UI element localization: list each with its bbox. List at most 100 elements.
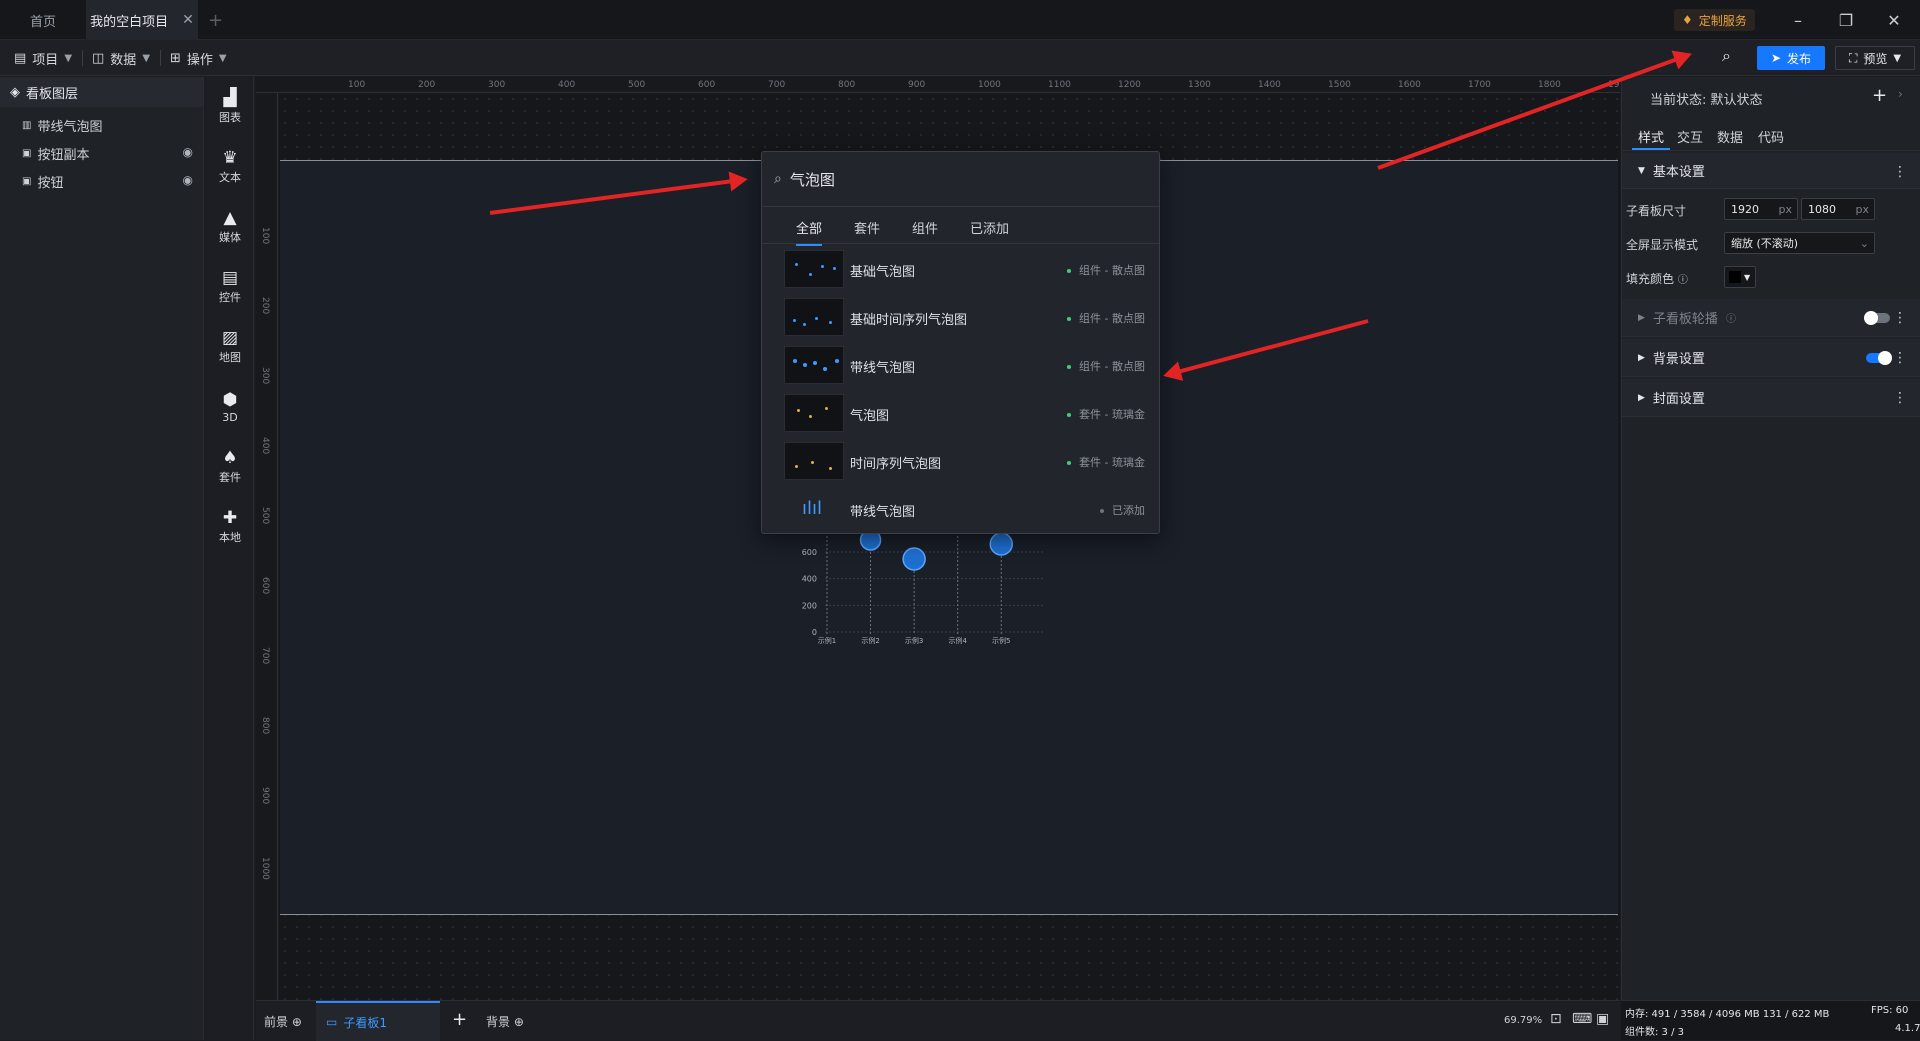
search-result-item[interactable]: 气泡图 套件 - 琉璃金: [762, 390, 1159, 438]
restore-icon[interactable]: ❐: [1822, 0, 1870, 40]
more-icon[interactable]: ⋮: [1893, 310, 1907, 326]
tab-component[interactable]: 组件: [912, 218, 938, 237]
status-dot: [1067, 365, 1072, 369]
section-cover[interactable]: ▶ 封面设置 ⋮: [1622, 379, 1920, 417]
tab-style[interactable]: 样式: [1638, 127, 1664, 146]
new-tab-icon[interactable]: +: [208, 10, 223, 31]
section-carousel[interactable]: ▶ 子看板轮播 ⓘ ⋮: [1622, 299, 1920, 337]
search-input[interactable]: 气泡图: [790, 169, 835, 190]
add-circle-icon[interactable]: ⊕: [514, 1015, 524, 1029]
custom-service-button[interactable]: ♦ 定制服务: [1674, 9, 1755, 31]
tab-interaction[interactable]: 交互: [1677, 127, 1703, 146]
caret-right-icon: ▶: [1638, 312, 1645, 323]
add-subboard-icon[interactable]: +: [452, 1009, 467, 1030]
layer-item[interactable]: ▣ 按钮 ◉: [0, 167, 203, 195]
y-tick-label: 0: [812, 628, 817, 637]
button-icon: ▣: [22, 175, 32, 187]
foreground-tab[interactable]: 前景 ⊕: [264, 1013, 302, 1030]
layer-item[interactable]: ▥ 带线气泡图: [0, 111, 203, 139]
bubble-chart-preview[interactable]: 600 400 200 0 示例1 示例2 示例3 示例4 示例5: [780, 520, 1100, 650]
tab-added[interactable]: 已添加: [970, 218, 1009, 237]
sidebar-item-label: 文本: [219, 171, 241, 184]
subboard-tab[interactable]: ▭ 子看板1: [316, 1001, 440, 1041]
eye-hidden-icon[interactable]: ◉: [183, 173, 193, 187]
menu-label: 数据: [110, 52, 137, 68]
fullscreen-icon: ⛶: [1848, 50, 1858, 65]
search-icon[interactable]: ⌕: [1722, 46, 1731, 66]
unit-label: px: [1778, 202, 1793, 216]
eye-hidden-icon[interactable]: ◉: [183, 145, 193, 159]
layer-label: 按钮: [37, 175, 64, 191]
caret-right-icon: ▶: [1638, 392, 1645, 403]
result-name: 基础时间序列气泡图: [850, 312, 968, 328]
sidebar-item-chart[interactable]: ▟ 图表: [206, 79, 254, 135]
tab-kit[interactable]: 套件: [854, 218, 880, 237]
preview-button[interactable]: ⛶ 预览 ▼: [1835, 46, 1915, 70]
layer-label: 按钮副本: [37, 147, 90, 163]
close-tab-icon[interactable]: ✕: [182, 12, 194, 28]
sidebar-item-text[interactable]: ♛ 文本: [206, 139, 254, 195]
section-background[interactable]: ▶ 背景设置 ⋮: [1622, 339, 1920, 377]
sidebar-item-3d[interactable]: ⬢ 3D: [206, 379, 254, 435]
zoom-level[interactable]: 69.79%: [1504, 1015, 1542, 1026]
menu-project[interactable]: ▤ 项目 ▼: [8, 46, 78, 70]
menu-data[interactable]: ◫ 数据 ▼: [86, 46, 156, 70]
sidebar-item-media[interactable]: ▲ 媒体: [206, 199, 254, 255]
sidebar-item-local[interactable]: ✚ 本地: [206, 499, 254, 555]
sidebar-item-control[interactable]: ▤ 控件: [206, 259, 254, 315]
search-bar[interactable]: ⌕ 气泡图: [762, 152, 1159, 207]
add-state-icon[interactable]: +: [1872, 85, 1887, 106]
tab-label: 首页: [29, 14, 56, 30]
fullscreen-select[interactable]: 缩放 (不滚动) ⌄: [1724, 232, 1875, 254]
minimize-icon[interactable]: –: [1774, 0, 1822, 40]
publish-button[interactable]: ➤ 发布: [1757, 46, 1825, 70]
background-toggle[interactable]: [1866, 351, 1892, 365]
terminal-icon[interactable]: ▣: [1596, 1011, 1609, 1027]
more-icon[interactable]: ⋮: [1893, 350, 1907, 366]
width-input[interactable]: 1920 px: [1724, 198, 1798, 220]
help-icon[interactable]: ⓘ: [1726, 310, 1736, 325]
tab-label: 我的空白项目: [90, 14, 169, 30]
chevron-right-icon[interactable]: ›: [1898, 87, 1903, 101]
help-icon[interactable]: ⓘ: [1678, 275, 1688, 286]
gem-icon: ♦: [1682, 13, 1693, 27]
tab-all[interactable]: 全部: [796, 218, 823, 246]
tab-data[interactable]: 数据: [1717, 127, 1743, 146]
search-result-item[interactable]: ılıl 带线气泡图 已添加: [762, 486, 1159, 534]
size-label: 子看板尺寸: [1626, 204, 1687, 218]
result-meta-label: 已添加: [1112, 504, 1145, 517]
fit-screen-icon[interactable]: ⊡: [1550, 1011, 1562, 1027]
bubble-point: [902, 547, 926, 571]
chevron-down-icon: ▼: [218, 52, 227, 64]
x-tick-label: 示例2: [861, 636, 879, 645]
state-value[interactable]: 默认状态: [1711, 93, 1763, 108]
search-result-item[interactable]: 基础气泡图 组件 - 散点图: [762, 246, 1159, 294]
section-title: 背景设置: [1652, 352, 1705, 367]
width-value: 1920: [1731, 202, 1759, 216]
ruler-tick-label: 600: [260, 577, 270, 595]
add-circle-icon[interactable]: ⊕: [292, 1015, 302, 1029]
search-result-item[interactable]: 时间序列气泡图 套件 - 琉璃金: [762, 438, 1159, 486]
carousel-toggle[interactable]: [1864, 311, 1890, 325]
ruler-tick-label: 1300: [1188, 80, 1211, 90]
keyboard-icon[interactable]: ⌨: [1572, 1011, 1592, 1027]
search-result-item[interactable]: 带线气泡图 组件 - 散点图: [762, 342, 1159, 390]
sidebar-item-kit[interactable]: ♠ 套件: [206, 439, 254, 495]
send-icon: ➤: [1770, 51, 1782, 65]
fill-color-picker[interactable]: ▼: [1724, 266, 1756, 288]
tab-project[interactable]: 我的空白项目 ✕: [86, 0, 198, 40]
chevron-down-icon: ▼: [64, 52, 73, 64]
layer-item[interactable]: ▣ 按钮副本 ◉: [0, 139, 203, 167]
caret-down-icon: ▼: [1638, 165, 1645, 176]
menu-operation[interactable]: ⊞ 操作 ▼: [164, 46, 233, 70]
more-icon[interactable]: ⋮: [1893, 164, 1907, 180]
close-icon[interactable]: ✕: [1870, 0, 1918, 40]
tab-home[interactable]: 首页: [0, 0, 86, 40]
background-tab[interactable]: 背景 ⊕: [486, 1013, 524, 1030]
more-icon[interactable]: ⋮: [1893, 390, 1907, 406]
height-input[interactable]: 1080 px: [1801, 198, 1875, 220]
section-basic[interactable]: ▼ 基本设置 ⋮: [1622, 153, 1920, 189]
tab-code[interactable]: 代码: [1758, 127, 1784, 146]
sidebar-item-map[interactable]: ▨ 地图: [206, 319, 254, 375]
search-result-item[interactable]: 基础时间序列气泡图 组件 - 散点图: [762, 294, 1159, 342]
